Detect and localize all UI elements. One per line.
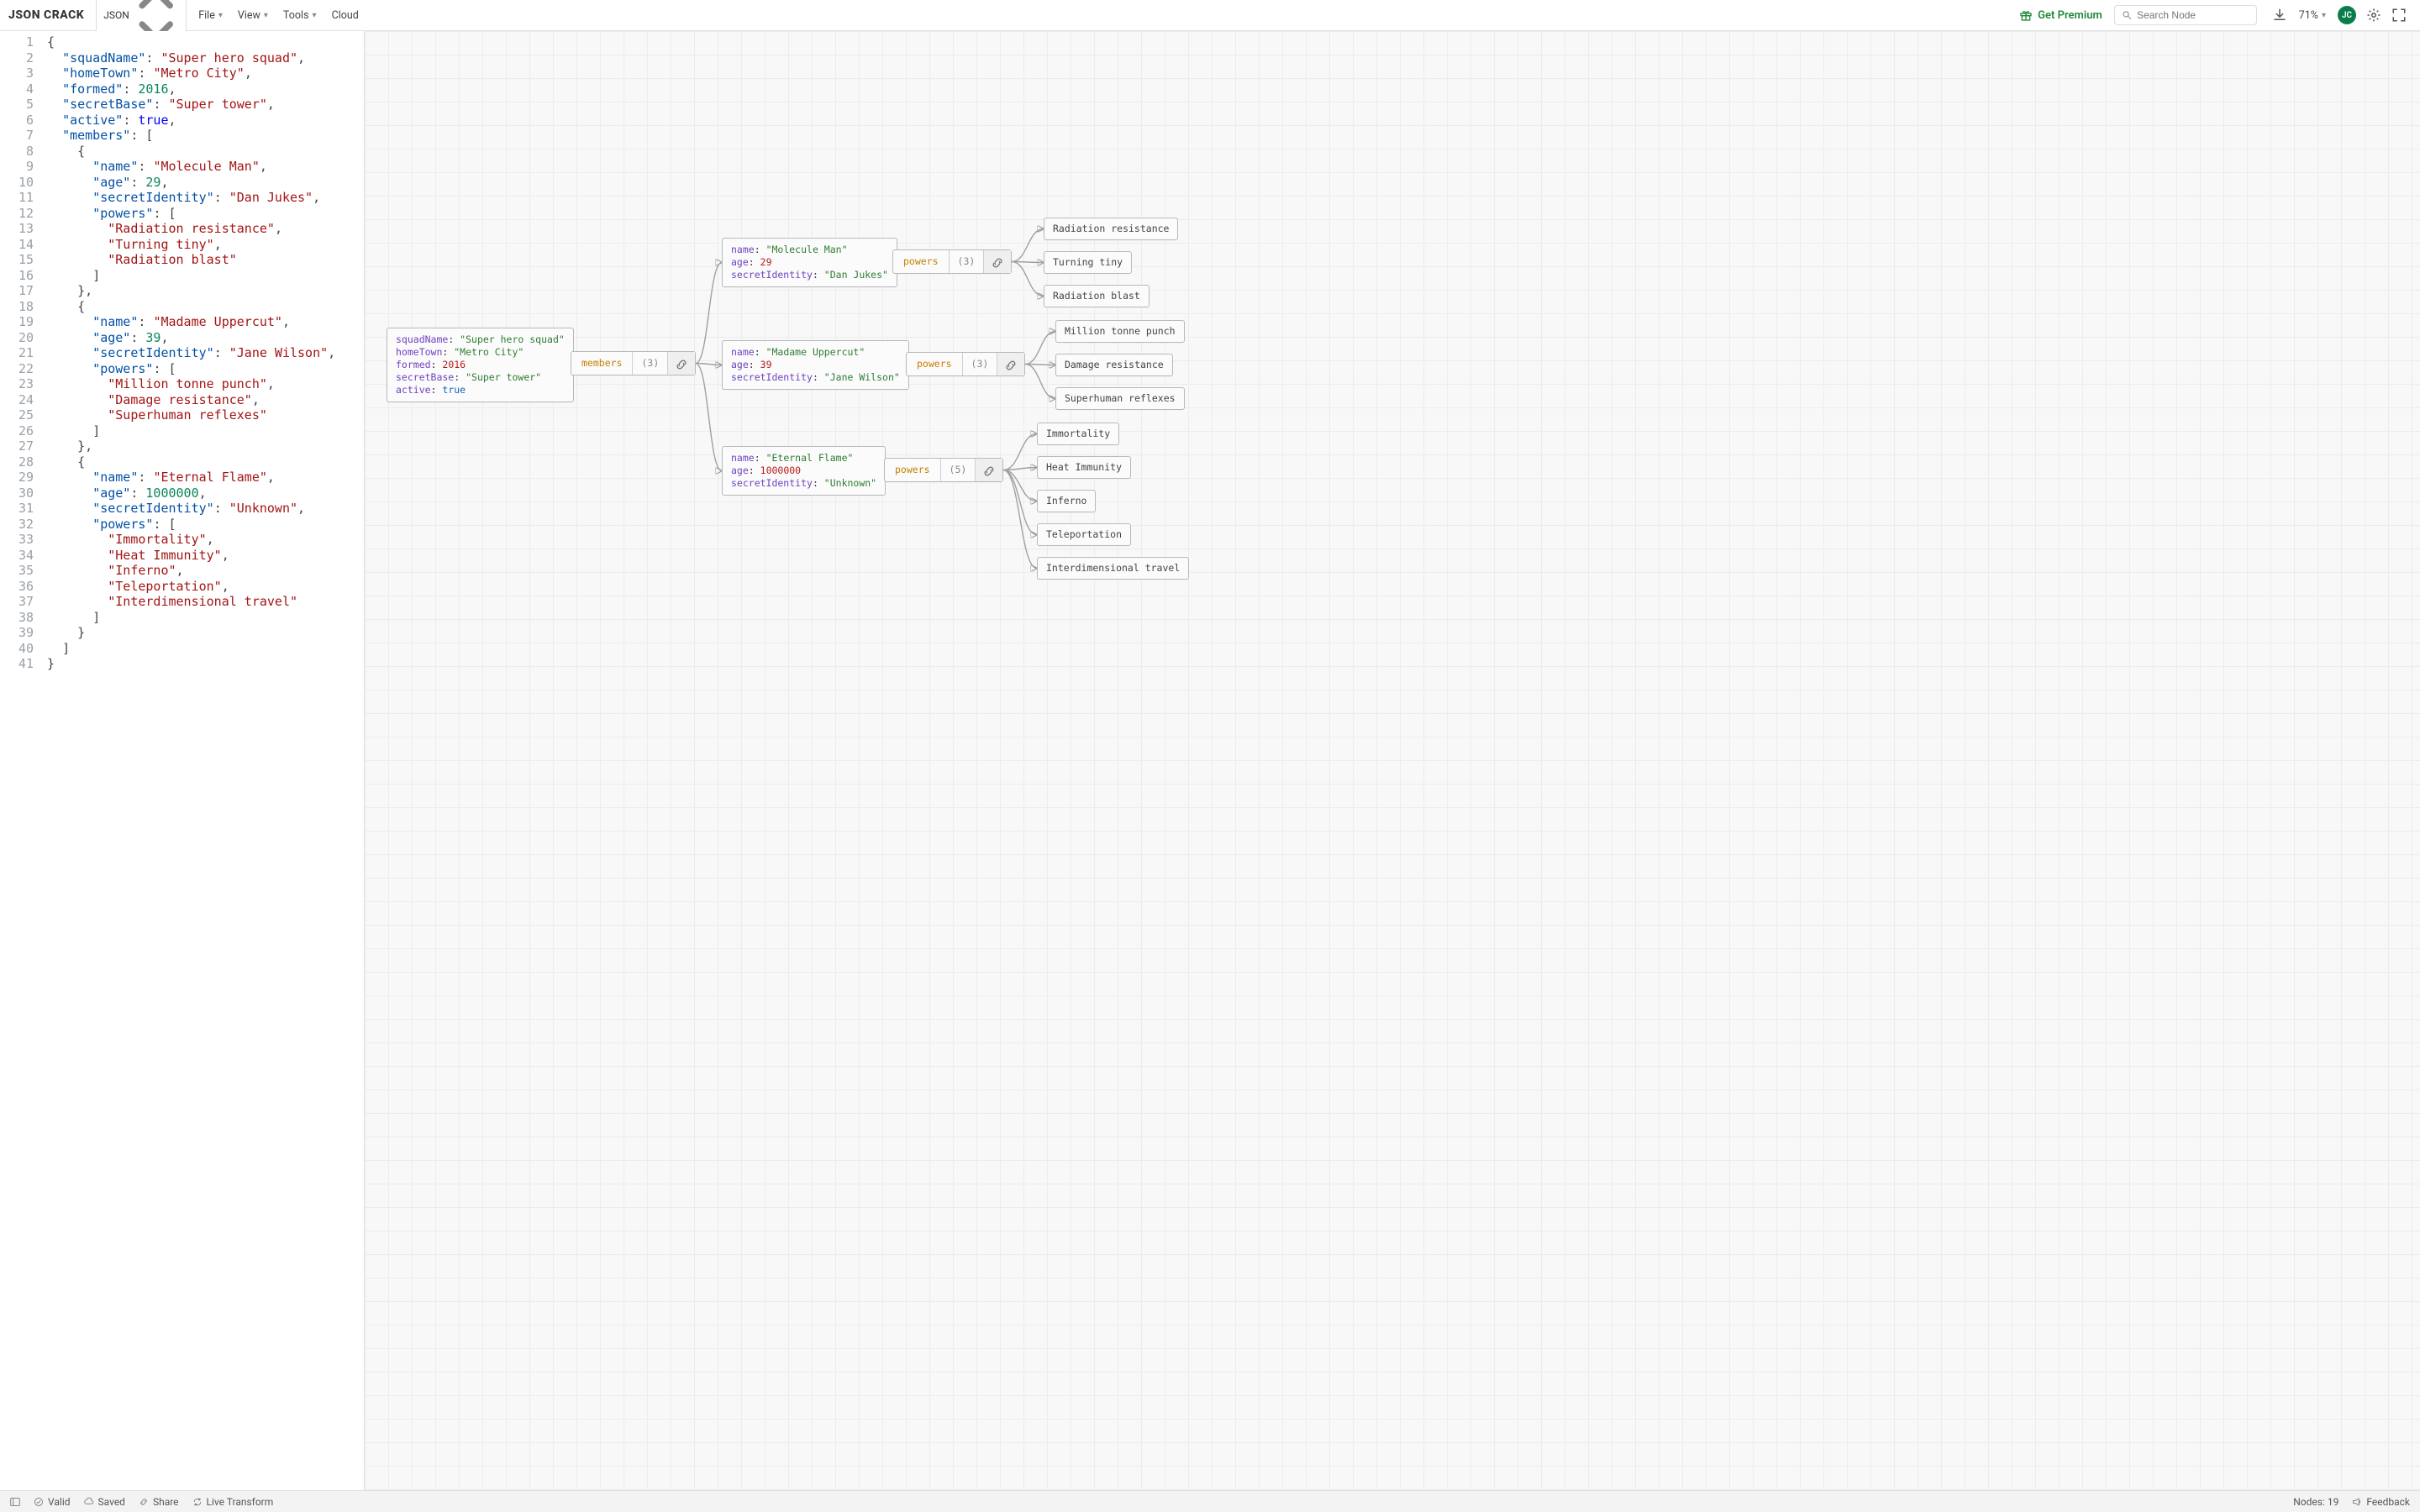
gift-icon [2019, 8, 2033, 22]
status-share[interactable]: Share [139, 1496, 179, 1508]
code-editor[interactable]: 1234567891011121314151617181920212223242… [0, 31, 365, 1490]
status-nodes: Nodes: 19 [2293, 1496, 2338, 1508]
status-valid: Valid [34, 1496, 71, 1508]
menu-file[interactable]: File▾ [198, 9, 223, 22]
zoom-control[interactable]: 71%▾ [2299, 9, 2326, 22]
graph-array-node[interactable]: powers(5) [884, 458, 1003, 482]
main-split: 1234567891011121314151617181920212223242… [0, 31, 2420, 1490]
graph-array-node[interactable]: members(3) [571, 351, 696, 375]
chevron-down-icon: ▾ [264, 11, 268, 20]
fullscreen-icon[interactable] [2391, 8, 2407, 23]
check-circle-icon [34, 1497, 44, 1507]
search-icon [2122, 9, 2132, 21]
code-area[interactable]: { "squadName": "Super hero squad", "home… [42, 31, 364, 1490]
search-node-input[interactable] [2114, 5, 2257, 25]
graph-leaf-node[interactable]: Radiation blast [1044, 285, 1150, 307]
menu-cloud[interactable]: Cloud [332, 9, 359, 22]
graph-leaf-node[interactable]: Interdimensional travel [1037, 557, 1189, 580]
graph-leaf-node[interactable]: Turning tiny [1044, 251, 1132, 274]
graph-canvas[interactable]: squadName: "Super hero squad"homeTown: "… [365, 31, 2420, 1490]
megaphone-icon [2352, 1497, 2362, 1507]
graph-object-node[interactable]: name: "Eternal Flame"age: 1000000secretI… [722, 446, 886, 496]
graph-object-node[interactable]: name: "Molecule Man"age: 29secretIdentit… [722, 238, 897, 287]
chevron-down-icon: ▾ [2322, 11, 2326, 20]
line-gutter: 1234567891011121314151617181920212223242… [0, 31, 42, 1490]
menu-view[interactable]: View▾ [238, 9, 268, 22]
graph-leaf-node[interactable]: Inferno [1037, 490, 1096, 512]
toolbar: JSON CRACK JSON File▾ View▾ Tools▾ Cloud… [0, 0, 2420, 31]
graph-leaf-node[interactable]: Million tonne punch [1055, 320, 1185, 343]
user-avatar[interactable]: JC [2338, 6, 2356, 24]
graph-array-node[interactable]: powers(3) [906, 352, 1025, 376]
cloud-icon [84, 1497, 94, 1507]
graph-leaf-node[interactable]: Damage resistance [1055, 354, 1173, 376]
graph-leaf-node[interactable]: Superhuman reflexes [1055, 387, 1185, 410]
graph-array-node[interactable]: powers(3) [892, 249, 1012, 274]
logo: JSON CRACK [8, 8, 84, 22]
search-field[interactable] [2137, 9, 2249, 21]
refresh-icon [192, 1497, 203, 1507]
format-select-value: JSON [103, 9, 129, 21]
status-bar: Valid Saved Share Live Transform Nodes: … [0, 1490, 2420, 1512]
status-panel-toggle[interactable] [10, 1497, 20, 1507]
graph-leaf-node[interactable]: Heat Immunity [1037, 456, 1131, 479]
chevron-down-icon: ▾ [218, 11, 223, 20]
status-live-transform[interactable]: Live Transform [192, 1496, 274, 1508]
status-saved: Saved [84, 1496, 125, 1508]
download-icon[interactable] [2272, 8, 2287, 23]
gear-icon[interactable] [2366, 8, 2381, 23]
graph-leaf-node[interactable]: Radiation resistance [1044, 218, 1178, 240]
graph-leaf-node[interactable]: Teleportation [1037, 523, 1131, 546]
panel-icon [10, 1497, 20, 1507]
menu-bar: File▾ View▾ Tools▾ Cloud [198, 9, 359, 22]
link-icon [139, 1497, 149, 1507]
status-feedback[interactable]: Feedback [2352, 1496, 2410, 1508]
graph-object-node[interactable]: squadName: "Super hero squad"homeTown: "… [387, 328, 574, 402]
graph-object-node[interactable]: name: "Madame Uppercut"age: 39secretIden… [722, 340, 909, 390]
graph-leaf-node[interactable]: Immortality [1037, 423, 1119, 445]
chevron-down-icon: ▾ [313, 11, 317, 20]
graph-layer: squadName: "Super hero squad"homeTown: "… [365, 31, 2420, 1490]
menu-tools[interactable]: Tools▾ [283, 9, 317, 22]
get-premium-link[interactable]: Get Premium [2019, 8, 2102, 22]
